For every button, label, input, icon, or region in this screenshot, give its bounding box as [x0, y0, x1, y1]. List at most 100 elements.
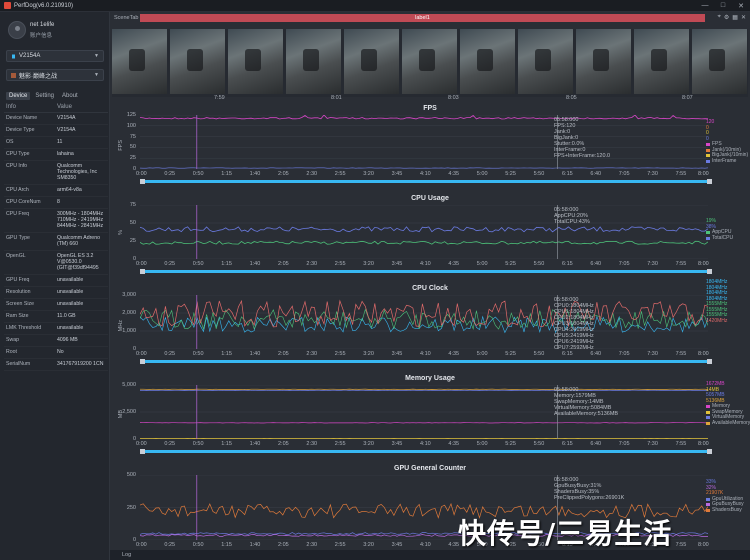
game-screenshot[interactable] [518, 29, 573, 94]
close-button[interactable]: ✕ [732, 2, 750, 10]
x-tick-label: 0:00 [136, 441, 147, 447]
x-tick-label: 2:05 [278, 542, 289, 548]
x-tick-label: 7:30 [647, 261, 658, 267]
chart-plot[interactable] [140, 295, 708, 349]
x-tick-label: 7:30 [647, 171, 658, 177]
game-screenshot[interactable] [692, 29, 747, 94]
info-row: CPU Type lahaina [4, 149, 108, 161]
cursor-info-overlay: 05:58:000 Memory:1579MB SwapMemory:14MB Vir… [554, 387, 618, 417]
legend-label: ShadersBusy [712, 506, 742, 513]
chart-plot[interactable] [140, 115, 708, 169]
game-screenshot[interactable] [460, 29, 515, 94]
cursor-info-overlay: 05:58:000 GpuBusyBusy:31% ShadersBusy:35% P… [554, 477, 624, 501]
x-tick-label: 6:40 [590, 351, 602, 357]
info-value: V2154A [57, 127, 76, 133]
x-tick-label: 5:25 [505, 351, 516, 357]
x-tick-label: 1:15 [221, 171, 232, 177]
cursor-info-overlay: 05:58:000 CPU0:1804MHz CPU1:1804MHz CPU2:18… [554, 297, 594, 351]
info-value: unavailable [57, 301, 84, 307]
game-screenshot[interactable] [286, 29, 341, 94]
tab-about[interactable]: About [59, 92, 81, 100]
x-tick-label: 4:35 [448, 351, 460, 357]
y-tick-label: 50 [129, 144, 136, 151]
info-value: 300MHz - 1804MHz 710MHz - 2419MHz 844MHz… [57, 211, 104, 229]
info-value: 341767919200 1CN [57, 361, 104, 367]
x-tick-label: 3:20 [363, 171, 374, 177]
info-key: Device Type [6, 127, 35, 133]
maximize-button[interactable]: □ [714, 2, 732, 10]
screenshot-strip[interactable] [112, 29, 748, 97]
account-info-link[interactable]: 账户信息 [30, 31, 52, 39]
x-tick-label: 1:40 [249, 261, 261, 267]
value-column-header: Value [57, 104, 72, 110]
game-screenshot[interactable] [576, 29, 631, 94]
y-tick-label: 5,000 [122, 382, 136, 388]
x-tick-label: 6:40 [590, 171, 602, 177]
app-selector-value: 魅影·巅峰之战 [19, 73, 57, 80]
y-tick-label: 0 [132, 537, 136, 543]
x-tick-label: 7:05 [618, 351, 630, 357]
info-key: GPU Type [6, 235, 30, 241]
screenshot-time: 7:59 [214, 95, 225, 101]
x-tick-label: 0:00 [136, 542, 147, 548]
legend-item[interactable]: AvailableMemory [706, 420, 750, 427]
x-tick-label: 2:30 [306, 441, 318, 447]
info-key: Device Name [6, 115, 38, 121]
info-column-header: Info [6, 104, 17, 110]
x-tick-label: 7:30 [647, 351, 658, 357]
legend-swatch [706, 143, 710, 147]
y-tick-label: 75 [129, 202, 136, 208]
game-screenshot[interactable] [170, 29, 225, 94]
tab-device[interactable]: Device [6, 92, 31, 100]
game-screenshot[interactable] [344, 29, 399, 94]
device-selector[interactable]: V2154A ▼ [6, 50, 104, 62]
chart-panel-cpu-clock: CPU Clock MHz 3,000 2,000 1,000 0 0:00 0:25 0:50… [110, 279, 750, 369]
chart-plot[interactable] [140, 385, 708, 439]
scene-label-bar[interactable]: label1 [140, 14, 705, 22]
screenshot-time: 8:07 [682, 95, 693, 101]
x-tick-label: 4:10 [420, 441, 431, 447]
legend-item[interactable]: ShadersBusy [706, 506, 744, 514]
avatar[interactable] [8, 21, 26, 39]
cursor-info-overlay: 05:58:000 AppCPU:20% TotalCPU:43% [554, 207, 590, 225]
minimize-button[interactable]: — [696, 2, 714, 10]
close-icon[interactable]: ✕ [741, 14, 746, 21]
game-screenshot[interactable] [228, 29, 283, 94]
chevron-down-icon: ▼ [94, 53, 99, 59]
game-screenshot[interactable] [112, 29, 167, 94]
info-table-header: Info Value [4, 104, 108, 113]
log-label: Log [122, 552, 132, 558]
timeline-scrollbar[interactable] [140, 179, 712, 184]
x-tick-label: 4:35 [448, 441, 460, 447]
tab-setting[interactable]: Setting [32, 92, 57, 100]
timeline-scrollbar[interactable] [140, 449, 712, 454]
x-tick-label: 0:50 [192, 171, 204, 177]
timeline-scrollbar[interactable] [140, 359, 712, 364]
legend-item[interactable]: InterFrame [706, 158, 748, 165]
user-panel[interactable]: net 1elife 账户信息 [6, 18, 106, 48]
info-row: Screen Size unavailable [4, 299, 108, 311]
device-info-table: Info Value Device Name V2154A Device Type V… [4, 104, 108, 371]
info-value: V2154A [57, 115, 76, 121]
location-icon[interactable]: ⌖ [718, 14, 721, 21]
y-tick-label: 0 [132, 436, 136, 442]
x-tick-label: 8:00 [698, 171, 709, 177]
series-line-cpu0 [140, 315, 708, 334]
info-key: CPU Arch [6, 187, 29, 193]
chart-plot[interactable] [140, 205, 708, 259]
game-screenshot[interactable] [402, 29, 457, 94]
legend-swatch [706, 421, 710, 425]
x-tick-label: 8:00 [698, 261, 709, 267]
info-key: Ram Size [6, 313, 29, 319]
game-screenshot[interactable] [634, 29, 689, 94]
chevron-down-icon: ▼ [94, 72, 99, 78]
x-tick-label: 4:10 [420, 171, 431, 177]
settings-icon[interactable]: ⚙ [724, 14, 729, 21]
legend-item[interactable]: TotalCPU [706, 235, 733, 242]
app-selector[interactable]: 魅影·巅峰之战 ▼ [6, 69, 104, 81]
info-key: CPU Freq [6, 211, 30, 217]
grid-icon[interactable]: ▦ [732, 14, 738, 21]
chart-legend: 1672MB 14MB 5057MB 5136MB Memory SwapMemory Vi… [706, 381, 750, 427]
timeline-scrollbar[interactable] [140, 269, 712, 274]
x-tick-label: 2:55 [334, 171, 346, 177]
